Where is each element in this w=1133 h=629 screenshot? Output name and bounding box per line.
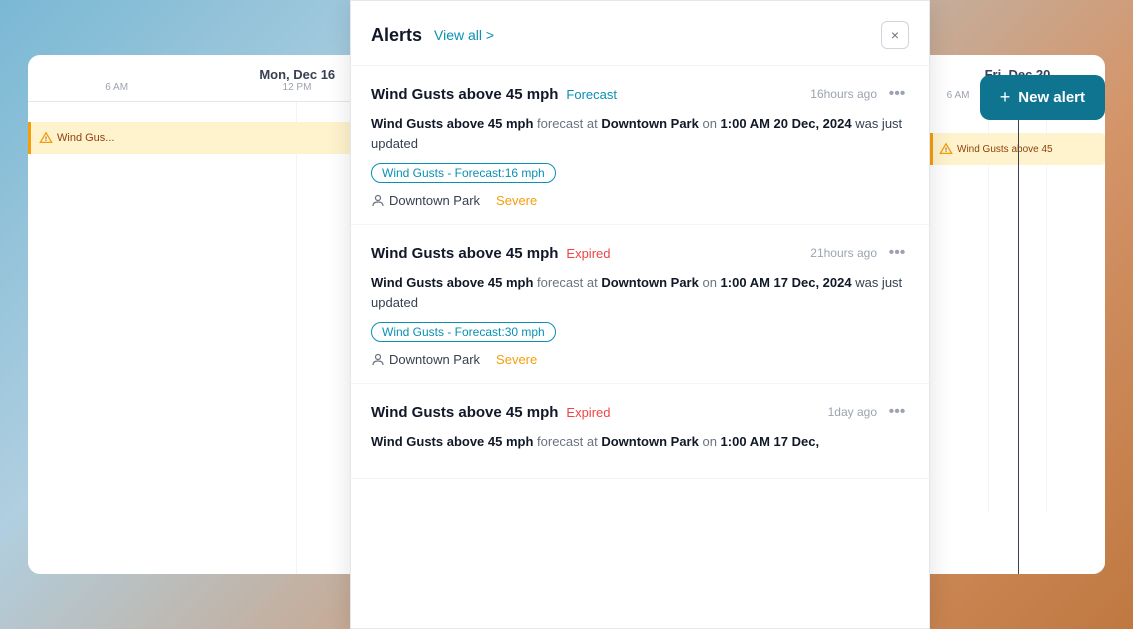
alert-1-severity: Severe	[496, 352, 537, 367]
alert-1-bold1: Wind Gusts above 45 mph	[371, 275, 533, 290]
alert-0-location-text: Downtown Park	[389, 193, 480, 208]
today-divider-line	[1018, 113, 1020, 574]
alert-0-status: Forecast	[566, 87, 617, 102]
alert-2-more-button[interactable]: •••	[885, 400, 909, 424]
alert-2-mid1: forecast at	[533, 434, 601, 449]
alert-0-mid2: on	[699, 116, 721, 131]
alert-1-more-button[interactable]: •••	[885, 241, 909, 265]
alert-item-0-header: Wind Gusts above 45 mph Forecast 16hours…	[371, 82, 909, 106]
plus-icon: +	[1000, 87, 1011, 108]
alert-1-badge: Wind Gusts - Forecast:30 mph	[371, 322, 556, 342]
cal-time-1: 12 PM	[283, 82, 312, 93]
right-cal-time-0: 6 AM	[947, 90, 970, 101]
new-alert-label: New alert	[1018, 89, 1085, 106]
alert-1-body: Wind Gusts above 45 mph forecast at Down…	[371, 273, 909, 312]
alert-2-mid2: on	[699, 434, 721, 449]
alert-1-mid1: forecast at	[533, 275, 601, 290]
alerts-panel: Alerts View all > × Wind Gusts above 45 …	[350, 0, 930, 629]
new-alert-button[interactable]: + New alert	[980, 75, 1105, 120]
alerts-header: Alerts View all > ×	[351, 1, 929, 66]
alert-bar-left-text: Wind Gus...	[57, 132, 114, 144]
alert-0-badge: Wind Gusts - Forecast:16 mph	[371, 163, 556, 183]
alert-1-bold3: 1:00 AM 17 Dec, 2024	[721, 275, 852, 290]
view-all-link[interactable]: View all >	[434, 27, 494, 43]
alert-0-body: Wind Gusts above 45 mph forecast at Down…	[371, 114, 909, 153]
svg-text:!: !	[45, 136, 47, 143]
alert-1-location-wrap: Downtown Park	[371, 352, 480, 367]
alert-item-2-header: Wind Gusts above 45 mph Expired 1day ago…	[371, 400, 909, 424]
alert-2-bold3: 1:00 AM 17 Dec,	[721, 434, 820, 449]
alert-0-bold1: Wind Gusts above 45 mph	[371, 116, 533, 131]
alert-2-name: Wind Gusts above 45 mph	[371, 404, 558, 421]
alert-0-meta: Downtown Park Severe	[371, 193, 909, 208]
alert-1-location-text: Downtown Park	[389, 352, 480, 367]
alert-0-more-button[interactable]: •••	[885, 82, 909, 106]
right-calendar-panel: Fri, Dec 20 6 AM 12 PM 6 PM ! Wind Gusts…	[930, 55, 1105, 574]
right-alert-bar-text: Wind Gusts above 45	[957, 144, 1053, 155]
right-vline-1	[930, 113, 989, 513]
alert-0-bold2: Downtown Park	[601, 116, 699, 131]
warning-icon-left: !	[39, 131, 53, 145]
alert-2-status: Expired	[566, 405, 610, 420]
alert-2-body: Wind Gusts above 45 mph forecast at Down…	[371, 432, 909, 452]
person-icon-1	[371, 353, 385, 367]
alert-1-meta: Downtown Park Severe	[371, 352, 909, 367]
alert-item-1-header: Wind Gusts above 45 mph Expired 21hours …	[371, 241, 909, 265]
person-icon-0	[371, 194, 385, 208]
alert-1-status: Expired	[566, 246, 610, 261]
right-cal-body: ! Wind Gusts above 45	[930, 113, 1105, 513]
svg-text:!: !	[945, 147, 947, 154]
warning-icon-right: !	[939, 142, 953, 156]
alerts-title: Alerts	[371, 25, 422, 46]
alert-2-time: 1day ago	[828, 405, 877, 419]
alert-0-location-wrap: Downtown Park	[371, 193, 480, 208]
alert-item-0: Wind Gusts above 45 mph Forecast 16hours…	[351, 66, 929, 225]
alert-item-1: Wind Gusts above 45 mph Expired 21hours …	[351, 225, 929, 384]
close-alerts-button[interactable]: ×	[881, 21, 909, 49]
alert-1-mid2: on	[699, 275, 721, 290]
alert-1-time: 21hours ago	[810, 246, 877, 260]
alert-0-mid1: forecast at	[533, 116, 601, 131]
right-vline-3	[1047, 113, 1105, 513]
alert-2-bold2: Downtown Park	[601, 434, 699, 449]
alert-1-bold2: Downtown Park	[601, 275, 699, 290]
alert-0-severity: Severe	[496, 193, 537, 208]
alert-0-time: 16hours ago	[810, 87, 877, 101]
alerts-list: Wind Gusts above 45 mph Forecast 16hours…	[351, 66, 929, 628]
alert-1-name: Wind Gusts above 45 mph	[371, 245, 558, 262]
alert-2-bold1: Wind Gusts above 45 mph	[371, 434, 533, 449]
alert-0-name: Wind Gusts above 45 mph	[371, 86, 558, 103]
vline-1	[28, 102, 297, 574]
cal-time-0: 6 AM	[105, 82, 128, 93]
alert-item-2: Wind Gusts above 45 mph Expired 1day ago…	[351, 384, 929, 479]
alert-0-bold3: 1:00 AM 20 Dec, 2024	[721, 116, 852, 131]
